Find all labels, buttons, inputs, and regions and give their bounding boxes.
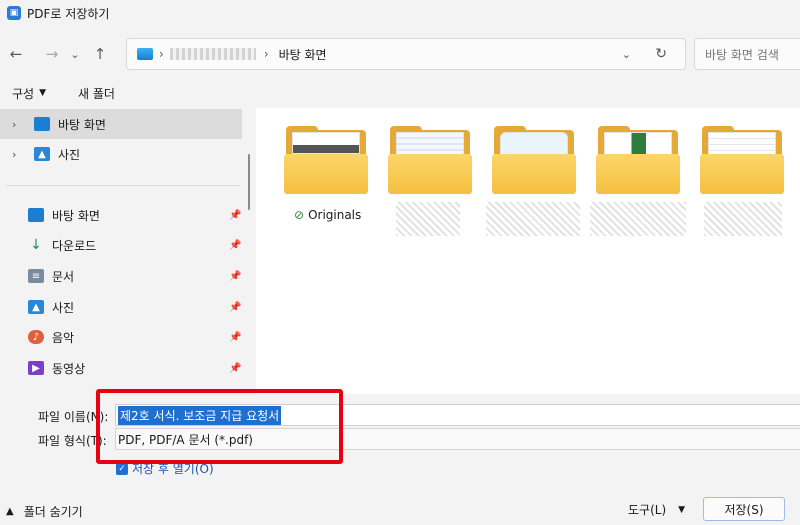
command-bar: 구성 ▼ 새 폴더 [0, 80, 800, 106]
title-bar: ▣ PDF로 저장하기 [0, 0, 800, 26]
refresh-icon[interactable]: ↻ [655, 46, 667, 62]
hide-folders-button[interactable]: ▲ 폴더 숨기기 [6, 503, 83, 520]
folder-front [388, 154, 472, 194]
quick-access-music[interactable]: ♪ 음악 📌 [0, 322, 242, 352]
organize-label: 구성 [12, 86, 35, 101]
sidebar-divider [6, 185, 240, 186]
tools-menu[interactable]: 도구(L) ▼ [628, 501, 685, 518]
quick-access-desktop[interactable]: 바탕 화면 📌 [0, 200, 242, 230]
pin-icon[interactable]: 📌 [229, 302, 241, 313]
chevron-right-icon[interactable]: › [12, 148, 26, 161]
folder-item[interactable] [492, 126, 576, 196]
folder-item[interactable] [700, 126, 784, 196]
chevron-up-icon: ▲ [6, 506, 14, 517]
new-folder-button[interactable]: 새 폴더 [66, 85, 127, 102]
search-input[interactable]: 바탕 화면 검색 [694, 38, 800, 70]
desktop-icon [28, 208, 44, 222]
quick-access-pictures[interactable]: ▲ 사진 📌 [0, 292, 242, 322]
tools-label: 도구(L) [628, 503, 667, 517]
tree-item-label: 바탕 화면 [58, 117, 106, 132]
folder-front [596, 154, 680, 194]
hide-folders-label: 폴더 숨기기 [23, 505, 83, 519]
redacted-folder-name [396, 202, 460, 236]
music-icon: ♪ [28, 330, 44, 344]
breadcrumb-separator: › [159, 47, 164, 61]
folder-label[interactable]: ⊘ Originals [294, 208, 361, 222]
folder-item[interactable] [284, 126, 368, 196]
navigation-bar: ← → ⌄ ↑ › › 바탕 화면 ⌄ ↻ 바탕 화면 검색 [0, 34, 800, 74]
quick-access-label: 문서 [52, 269, 75, 284]
organize-menu[interactable]: 구성 ▼ [0, 85, 58, 102]
documents-icon: ≡ [28, 269, 44, 283]
quick-access-downloads[interactable]: ↓ 다운로드 📌 [0, 230, 242, 260]
desktop-icon [34, 117, 50, 131]
chevron-right-icon[interactable]: › [12, 118, 26, 131]
folder-item[interactable] [596, 126, 680, 196]
checkmark-icon: ✓ [116, 462, 128, 475]
redacted-folder-name [486, 202, 580, 236]
quick-access-label: 다운로드 [52, 238, 97, 253]
redacted-folder-name [590, 202, 686, 236]
back-arrow-icon[interactable]: ← [2, 40, 30, 68]
caret-down-icon: ▼ [39, 88, 47, 98]
navigation-pane: › 바탕 화면 › ▲ 사진 바탕 화면 📌 ↓ 다운로드 📌 ≡ 문서 📌 ▲… [0, 108, 252, 394]
quick-access-label: 음악 [52, 330, 75, 345]
sync-status-icon: ⊘ [294, 208, 305, 222]
folder-front [284, 154, 368, 194]
folder-front [700, 154, 784, 194]
download-icon: ↓ [30, 237, 42, 253]
up-arrow-icon[interactable]: ↑ [86, 40, 114, 68]
forward-arrow-icon[interactable]: → [38, 40, 66, 68]
quick-access-documents[interactable]: ≡ 문서 📌 [0, 261, 242, 291]
quick-access-label: 사진 [52, 300, 75, 315]
folder-item[interactable] [388, 126, 472, 196]
redacted-folder-name [704, 202, 782, 236]
highlight-annotation-box [96, 389, 343, 464]
chevron-down-icon[interactable]: ⌄ [622, 48, 631, 61]
redacted-breadcrumb [169, 48, 256, 60]
address-bar[interactable]: › › 바탕 화면 ⌄ ↻ [126, 38, 686, 70]
this-pc-icon [137, 48, 153, 60]
videos-icon: ▶ [28, 361, 44, 375]
tree-item-desktop[interactable]: › 바탕 화면 [0, 109, 242, 139]
quick-access-videos[interactable]: ▶ 동영상 📌 [0, 353, 242, 383]
pin-icon[interactable]: 📌 [229, 271, 241, 282]
pictures-icon: ▲ [28, 300, 44, 314]
quick-access-label: 바탕 화면 [52, 208, 100, 223]
breadcrumb-separator: › [263, 47, 269, 61]
recent-locations-icon[interactable]: ⌄ [66, 40, 84, 68]
breadcrumb-desktop[interactable]: 바탕 화면 [279, 46, 327, 63]
pictures-icon: ▲ [34, 147, 50, 161]
app-icon: ▣ [7, 6, 21, 20]
folder-name: Originals [308, 208, 362, 222]
tree-item-pictures[interactable]: › ▲ 사진 [0, 139, 242, 169]
pin-icon[interactable]: 📌 [229, 363, 241, 374]
sidebar-scrollbar[interactable] [248, 154, 250, 210]
pin-icon[interactable]: 📌 [229, 210, 241, 221]
pin-icon[interactable]: 📌 [229, 332, 241, 343]
file-list: ⊘ Originals [256, 108, 800, 394]
folder-front [492, 154, 576, 194]
pin-icon[interactable]: 📌 [229, 240, 241, 251]
window-title: PDF로 저장하기 [27, 6, 110, 21]
dialog-footer: ▲ 폴더 숨기기 도구(L) ▼ 저장(S) [0, 490, 800, 525]
caret-down-icon: ▼ [678, 504, 686, 515]
save-button[interactable]: 저장(S) [703, 497, 785, 521]
tree-item-label: 사진 [58, 147, 81, 162]
quick-access-label: 동영상 [52, 361, 86, 376]
